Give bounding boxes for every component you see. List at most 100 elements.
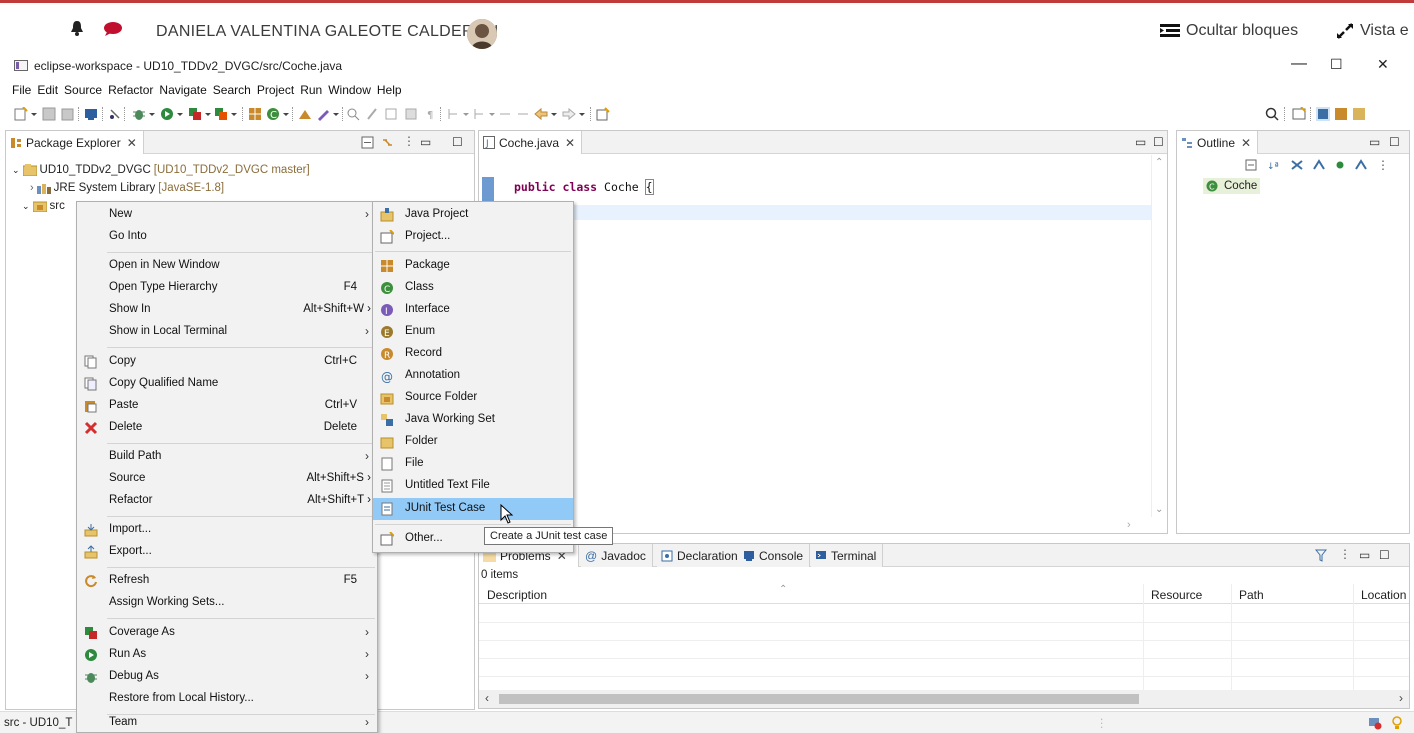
new-package-icon[interactable]	[248, 107, 262, 121]
chevron-right-icon[interactable]: ›	[30, 179, 34, 197]
view-menu-icon[interactable]: ⋮	[403, 134, 415, 148]
menu-project[interactable]: Project	[257, 80, 298, 100]
menu-window[interactable]: Window	[328, 80, 375, 100]
outline-item-coche[interactable]: C Coche	[1203, 178, 1261, 194]
maximize-view-icon[interactable]: ☐	[1379, 548, 1390, 562]
submenu-item-enum[interactable]: E Enum	[373, 321, 573, 343]
forward-icon[interactable]	[562, 107, 576, 121]
hide-local-types-icon[interactable]	[1355, 159, 1367, 171]
new-icon[interactable]	[14, 107, 28, 121]
external-dropdown-icon[interactable]	[230, 107, 238, 121]
whitespace-icon[interactable]: ¶	[424, 107, 438, 121]
pen-dropdown-icon[interactable]	[332, 107, 340, 121]
run-dropdown-icon[interactable]	[176, 107, 184, 121]
submenu-item-java-working-set[interactable]: Java Working Set	[373, 409, 573, 431]
tip-lightbulb-icon[interactable]	[1392, 716, 1402, 730]
submenu-item-java-project[interactable]: Java Project	[373, 204, 573, 226]
menu-item-delete[interactable]: Delete Delete	[77, 417, 377, 439]
close-tab-icon[interactable]: ✕	[127, 136, 137, 150]
menu-item-export[interactable]: Export...	[77, 541, 377, 563]
close-tab-icon[interactable]: ✕	[1241, 136, 1251, 150]
scroll-right-icon[interactable]: ›	[1399, 691, 1403, 705]
bell-icon[interactable]	[70, 20, 84, 36]
submenu-item-project[interactable]: Project...	[373, 226, 573, 248]
java-perspective-icon[interactable]	[1316, 107, 1330, 121]
back-icon[interactable]	[534, 107, 548, 121]
open-type-icon[interactable]	[298, 107, 312, 121]
menu-item-copy-qualified-name[interactable]: Copy Qualified Name	[77, 373, 377, 395]
new-class-icon[interactable]: C	[266, 107, 280, 121]
menu-item-coverage-as[interactable]: Coverage As ›	[77, 622, 377, 644]
debug-dropdown-icon[interactable]	[148, 107, 156, 121]
maximize-view-icon[interactable]: ☐	[1389, 135, 1400, 149]
last-edit-alt-icon[interactable]	[516, 107, 530, 121]
menu-item-refactor[interactable]: Refactor Alt+Shift+T ›	[77, 490, 377, 512]
minimize-view-icon[interactable]: ▭	[420, 135, 431, 149]
maximize-button[interactable]: ☐	[1330, 56, 1343, 73]
code-line[interactable]: public class Coche {	[514, 179, 654, 195]
open-perspective-icon[interactable]	[1292, 107, 1306, 121]
scroll-left-icon[interactable]: ‹	[485, 691, 489, 705]
sort-icon[interactable]: ↓ª	[1267, 159, 1281, 171]
minimize-view-icon[interactable]: ▭	[1135, 135, 1146, 149]
menu-item-import[interactable]: Import...	[77, 519, 377, 541]
column-description[interactable]: Description	[487, 588, 547, 602]
close-button[interactable]: ✕	[1377, 56, 1389, 73]
user-name[interactable]: DANIELA VALENTINA GALEOTE CALDERON	[156, 23, 498, 41]
prev-annotation-dropdown-icon[interactable]	[488, 107, 496, 121]
coverage-dropdown-icon[interactable]	[204, 107, 212, 121]
tab-outline[interactable]: Outline ✕	[1177, 131, 1259, 154]
menu-item-paste[interactable]: Paste Ctrl+V	[77, 395, 377, 417]
menu-item-open-in-new-window[interactable]: Open in New Window	[77, 255, 377, 277]
column-path[interactable]: Path	[1239, 588, 1264, 602]
menu-edit[interactable]: Edit	[37, 80, 62, 100]
tree-jre-row[interactable]: › JRE System Library [JavaSE-1.8]	[12, 179, 310, 197]
menu-item-debug-as[interactable]: Debug As ›	[77, 666, 377, 688]
tab-javadoc[interactable]: @ Javadoc	[581, 544, 653, 567]
menu-navigate[interactable]: Navigate	[159, 80, 210, 100]
debug-perspective-icon[interactable]	[1352, 107, 1366, 121]
hide-nonpublic-icon[interactable]	[1335, 160, 1345, 170]
menu-item-refresh[interactable]: Refresh F5	[77, 570, 377, 592]
hide-fields-icon[interactable]	[1291, 159, 1303, 171]
save-all-icon[interactable]	[60, 107, 74, 121]
collapse-all-icon[interactable]	[1245, 159, 1257, 171]
scroll-down-icon[interactable]: ⌄	[1155, 504, 1163, 515]
tab-console[interactable]: Console	[739, 544, 811, 567]
maximize-view-icon[interactable]: ☐	[452, 135, 463, 149]
menu-item-build-path[interactable]: Build Path ›	[77, 446, 377, 468]
tab-coche-java[interactable]: J Coche.java ✕	[479, 131, 583, 154]
menu-item-show-in-local-terminal[interactable]: Show in Local Terminal ›	[77, 321, 377, 343]
coverage-icon[interactable]	[188, 107, 202, 121]
skip-breakpoints-icon[interactable]	[108, 107, 122, 121]
menu-item-run-as[interactable]: Run As ›	[77, 644, 377, 666]
external-tools-icon[interactable]	[214, 107, 228, 121]
view-button[interactable]: Vista e	[1336, 22, 1409, 40]
avatar[interactable]	[467, 19, 497, 49]
tab-terminal[interactable]: Terminal	[811, 544, 884, 567]
submenu-item-record[interactable]: R Record	[373, 343, 573, 365]
submenu-item-source-folder[interactable]: Source Folder	[373, 387, 573, 409]
tab-package-explorer[interactable]: Package Explorer ✕	[6, 131, 144, 154]
submenu-item-annotation[interactable]: @ Annotation	[373, 365, 573, 387]
menu-search[interactable]: Search	[213, 80, 255, 100]
prev-annotation-icon[interactable]	[472, 107, 486, 121]
menu-item-team[interactable]: Team ›	[77, 712, 377, 733]
view-menu-icon[interactable]: ⋮	[1339, 547, 1351, 561]
menu-item-show-in[interactable]: Show In Alt+Shift+W ›	[77, 299, 377, 321]
block-select-icon[interactable]	[404, 107, 418, 121]
submenu-item-interface[interactable]: I Interface	[373, 299, 573, 321]
collapse-all-icon[interactable]	[361, 136, 374, 149]
next-annotation-icon[interactable]	[446, 107, 460, 121]
submenu-item-file[interactable]: File	[373, 453, 573, 475]
back-dropdown-icon[interactable]	[550, 107, 558, 121]
annotation-icon[interactable]	[366, 107, 380, 121]
menu-item-open-type-hierarchy[interactable]: Open Type Hierarchy F4	[77, 277, 377, 299]
menu-file[interactable]: File	[12, 80, 35, 100]
link-editor-icon[interactable]	[381, 136, 394, 149]
submenu-item-package[interactable]: Package	[373, 255, 573, 277]
scroll-right-icon[interactable]: ›	[1127, 519, 1131, 531]
hide-blocks-button[interactable]: Ocultar bloques	[1160, 22, 1298, 40]
submenu-item-folder[interactable]: Folder	[373, 431, 573, 453]
menu-item-new[interactable]: New ›	[77, 204, 377, 226]
